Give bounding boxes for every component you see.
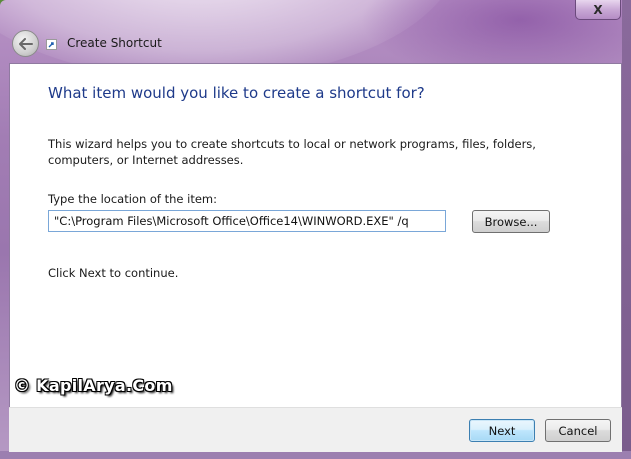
location-input[interactable] (48, 210, 446, 232)
close-button[interactable]: X (575, 0, 621, 20)
window-border-right (622, 0, 631, 459)
wizard-content: What item would you like to create a sho… (9, 63, 622, 408)
page-title: What item would you like to create a sho… (48, 84, 425, 102)
next-button[interactable]: Next (469, 419, 535, 442)
wizard-description: This wizard helps you to create shortcut… (48, 137, 536, 167)
cancel-button[interactable]: Cancel (545, 419, 611, 442)
window-title: Create Shortcut (67, 36, 162, 50)
browse-button[interactable]: Browse... (472, 210, 550, 233)
back-arrow-icon (18, 37, 33, 50)
back-button[interactable] (12, 30, 39, 57)
window-border-bottom (0, 451, 631, 459)
close-icon: X (593, 2, 603, 17)
shortcut-icon (46, 39, 57, 50)
continue-instruction: Click Next to continue. (48, 266, 179, 280)
wizard-footer: Next Cancel (9, 407, 622, 452)
watermark: © KapilArya.Com (14, 376, 173, 395)
location-label: Type the location of the item: (48, 192, 218, 206)
